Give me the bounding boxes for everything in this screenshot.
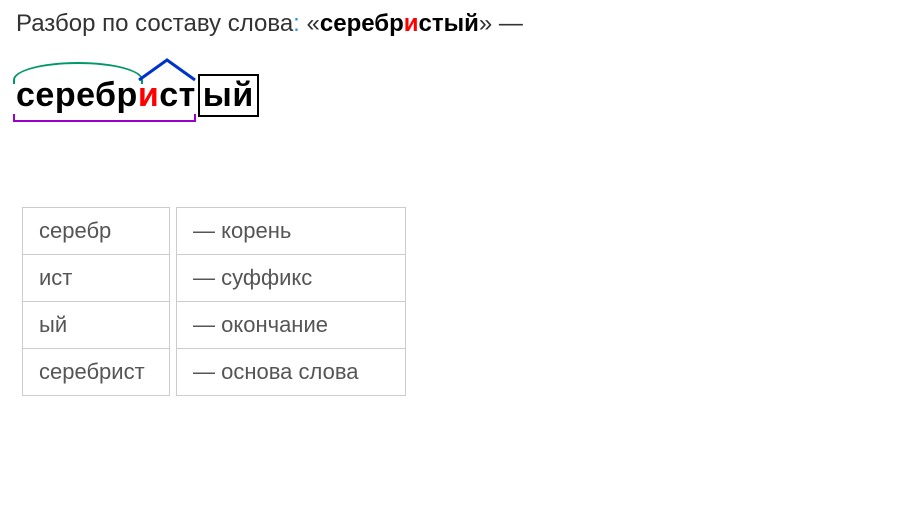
desc-cell: — окончание	[176, 302, 406, 349]
word-part2: стый	[419, 10, 479, 37]
page-title: Разбор по составу слова: «серебристый» —	[16, 10, 886, 38]
title-dash: —	[492, 10, 523, 37]
morph-cell: ист	[22, 255, 170, 302]
title-colon: :	[293, 10, 300, 37]
parse-table: серебр — корень ист — суффикс ый — оконч…	[16, 207, 412, 396]
desc-cell: — корень	[176, 207, 406, 255]
table-row: серебр — корень	[22, 207, 406, 255]
title-word: серебристый	[320, 10, 479, 37]
word-highlight: и	[404, 10, 419, 37]
stem-underline-icon	[13, 114, 196, 122]
title-prefix: Разбор по составу слова	[16, 10, 293, 37]
morph-cell: ый	[22, 302, 170, 349]
table-row: ый — окончание	[22, 302, 406, 349]
table-row: серебрист — основа слова	[22, 349, 406, 396]
desc-cell: — основа слова	[176, 349, 406, 396]
title-quote-close: »	[479, 10, 492, 37]
title-quote-open: «	[307, 10, 320, 37]
morpheme-diagram: серебристый	[16, 56, 259, 117]
word-part1: серебр	[320, 10, 404, 37]
table-row: ист — суффикс	[22, 255, 406, 302]
morph-cell: серебрист	[22, 349, 170, 396]
suffix-hat-icon	[136, 56, 198, 82]
desc-cell: — суффикс	[176, 255, 406, 302]
root-arc-icon	[13, 62, 143, 84]
morpheme-ending: ый	[198, 74, 259, 117]
morph-cell: серебр	[22, 207, 170, 255]
